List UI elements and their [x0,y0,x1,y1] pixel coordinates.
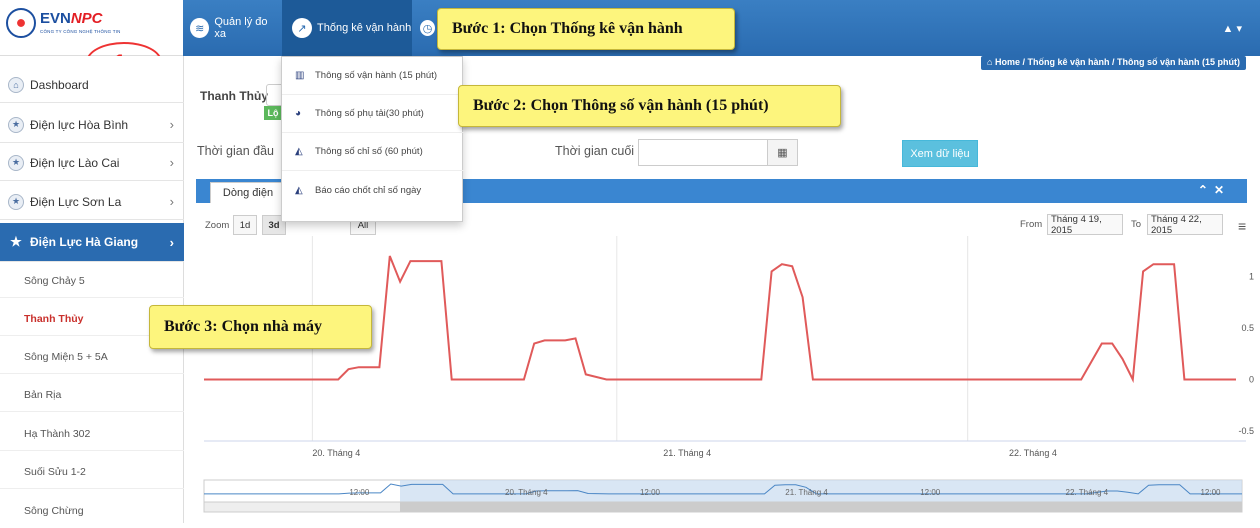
plant-title: Thanh Thủy [200,89,268,103]
area-chart-icon: ◭ [295,184,303,196]
home-icon: ⌂ [8,76,24,93]
sidebar-item-label: Dashboard [30,77,89,92]
statistics-dropdown-menu: ▥ Thông số vận hành (15 phút) ◕ Thông số p… [281,56,464,222]
nav-label: Thống kê vận hành [317,22,412,34]
sidebar-item-ha-giang[interactable]: ★ Điện Lực Hà Giang › [0,223,184,262]
sidebar-item-label: Điện lực Hòa Bình [30,117,129,132]
x-tick-label: 21. Tháng 4 [663,448,711,458]
sidebar-item-label: Điện Lực Sơn La [30,194,122,209]
logo[interactable]: EVNNPC CÔNG TY CÔNG NGHỆ THÔNG TIN [0,0,183,56]
from-label: From [1020,219,1043,230]
status-badge: Lộ [264,106,282,120]
clock-icon: ◷ [420,20,435,36]
logo-title: EVNNPC [40,10,103,27]
star-icon: ★ [10,234,22,249]
sidebar-item-label: Điện lực Lào Cai [30,155,120,170]
wifi-icon: ≋ [190,18,210,38]
y-tick-label: -0.5 [1238,426,1254,436]
menu-item-daily-report[interactable]: ◭ Báo cáo chốt chỉ số ngày [282,171,464,209]
callout-step-1: Bước 1: Chọn Thống kê vận hành [437,8,735,50]
x-tick-label: 22. Tháng 4 [1009,448,1057,458]
sidebar-item-label: Điện Lực Hà Giang [30,235,139,249]
plant-item[interactable]: Bản Rịa [0,378,184,412]
star-icon: ★ [8,116,24,133]
navigator-tick-label: 12:00 [920,488,941,497]
navigator-tick-label: 21. Tháng 4 [785,488,828,497]
navigator-tick-label: 12:00 [349,488,370,497]
y-tick-label: 1 [1249,272,1254,282]
pie-chart-icon: ◕ [295,108,302,119]
navigator-tick-label: 20. Tháng 4 [505,488,548,497]
bar-chart-icon: ▥ [295,70,305,81]
zoom-1d-button[interactable]: 1d [233,215,257,235]
nav-remote-metering[interactable]: ≋ Quản lý đo xa [186,0,280,56]
nav-label: Quản lý đo xa [214,16,268,40]
menu-item-label: Báo cáo chốt chỉ số ngày [315,184,422,196]
zoom-label: Zoom [205,220,230,231]
menu-item-load-params[interactable]: ◕ Thông số phụ tải(30 phút) [282,95,464,133]
menu-item-label: Thông số phụ tải(30 phút) [315,108,424,119]
sidebar-item-son-la[interactable]: ★ Điện Lực Sơn La › [0,184,184,220]
tab-current[interactable]: Dòng điện [210,182,286,203]
chevron-right-icon: › [169,194,174,209]
area-chart-icon: ◭ [295,146,303,157]
sidebar-item-hoa-binh[interactable]: ★ Điện lực Hòa Bình › [0,107,184,143]
scrollbar-thumb[interactable] [400,502,1242,512]
y-tick-label: 0.5 [1241,323,1254,333]
chart-line-icon: ↗ [292,18,312,38]
from-date-input[interactable]: Tháng 4 19, 2015 [1047,214,1123,236]
sidebar-item-lao-cai[interactable]: ★ Điện lực Lào Cai › [0,145,184,181]
chevron-right-icon: › [169,117,174,132]
chart-menu-icon[interactable]: ≡ [1238,218,1246,234]
plant-item[interactable]: Sông Chảy 5 [0,264,184,298]
star-icon: ★ [8,193,24,210]
callout-step-3: Bước 3: Chọn nhà máy [149,305,372,349]
x-tick-label: 20. Tháng 4 [312,448,360,458]
close-icon[interactable]: ✕ [1214,183,1230,197]
to-label: To [1131,219,1142,230]
menu-item-label: Thông số vận hành (15 phút) [315,70,438,81]
nav-operation-statistics[interactable]: ↗ Thống kê vận hành [282,0,412,56]
logo-subtitle: CÔNG TY CÔNG NGHỆ THÔNG TIN [40,29,121,34]
end-time-input[interactable]: ▦ [638,139,798,166]
y-tick-label: 0 [1249,375,1254,385]
navigator-tick-label: 22. Tháng 4 [1066,488,1109,497]
plant-item[interactable]: Hạ Thành 302 [0,417,184,451]
callout-step-2: Bước 2: Chọn Thông số vận hành (15 phút) [458,85,841,127]
start-time-label: Thời gian đầu [197,144,274,158]
menu-item-index-params[interactable]: ◭ Thông số chỉ số (60 phút) [282,133,464,171]
sidebar-item-dashboard[interactable]: ⌂ Dashboard [0,67,184,103]
menu-item-label: Thông số chỉ số (60 phút) [315,146,423,157]
navigator-tick-label: 12:00 [640,488,661,497]
calendar-icon[interactable]: ▦ [767,140,797,165]
breadcrumb: ⌂ Home / Thống kê vận hành / Thông số vậ… [981,56,1246,70]
view-data-button[interactable]: Xem dữ liệu [902,140,978,167]
logo-emblem-icon [6,8,36,38]
current-chart: 1 0.5 0 -0.5 20. Tháng 4 21. Tháng 4 22. Thán… [203,236,1254,513]
navigator-tick-label: 12:00 [1200,488,1221,497]
menu-item-operation-params[interactable]: ▥ Thông số vận hành (15 phút) [282,57,464,95]
panel-controls[interactable]: ⌃✕ [1198,183,1230,197]
user-menu-icon[interactable]: ▲ ▾ [1223,22,1242,35]
end-time-label: Thời gian cuối [555,144,635,158]
chevron-right-icon: › [169,155,174,170]
chevron-right-icon: › [169,234,174,250]
star-icon: ★ [8,154,24,171]
plant-item[interactable]: Suối Sửu 1-2 [0,455,184,489]
collapse-icon[interactable]: ⌃ [1198,183,1214,197]
to-date-input[interactable]: Tháng 4 22, 2015 [1147,214,1223,236]
